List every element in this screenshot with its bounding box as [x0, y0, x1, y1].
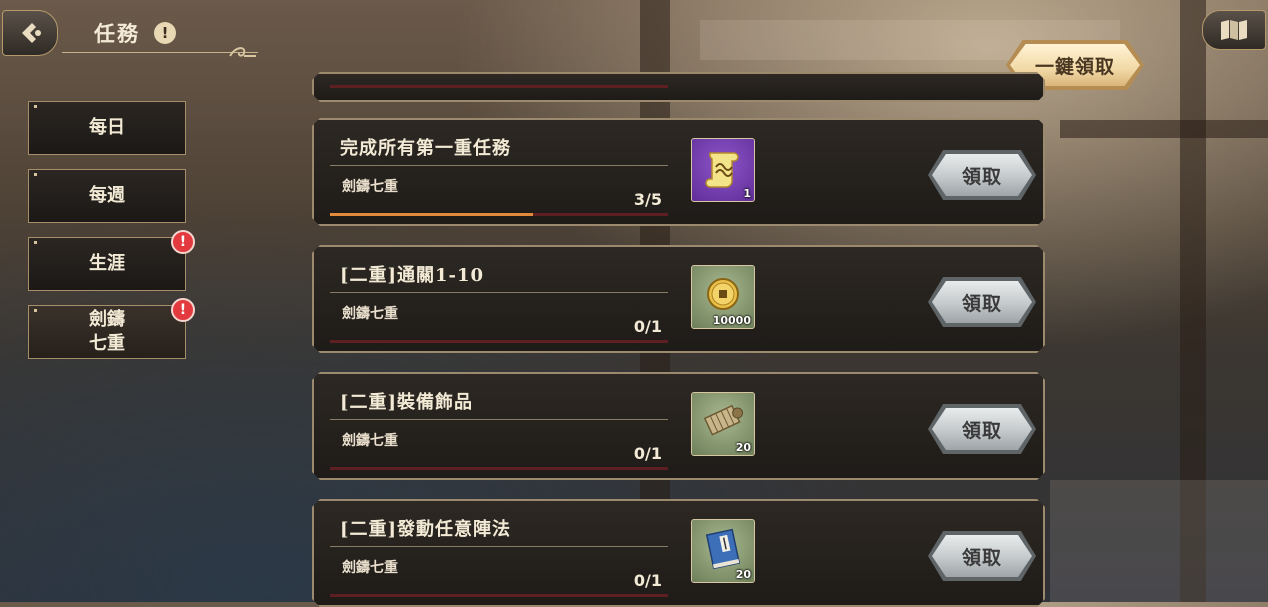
- sidebar-tab[interactable]: 劍鑄 七重!: [28, 298, 195, 359]
- claim-button[interactable]: 領取: [932, 154, 1032, 196]
- task-title: [二重]發動任意陣法: [340, 519, 512, 540]
- task-progress-count: 3/5: [633, 190, 662, 209]
- reward-item[interactable]: 10000: [691, 265, 755, 329]
- tab-corner-mark: [34, 105, 37, 108]
- sidebar-tab[interactable]: 生涯!: [28, 230, 195, 291]
- task-divider: [330, 165, 668, 166]
- background-light: [1050, 480, 1268, 602]
- title-alert-icon[interactable]: !: [154, 22, 176, 44]
- task-progress-count: 0/1: [633, 317, 662, 336]
- progress-track: [330, 340, 668, 343]
- tab-corner-mark: [34, 241, 37, 244]
- reward-quantity: 20: [735, 441, 751, 454]
- task-subtitle: 劍鑄七重: [342, 433, 398, 449]
- back-arrow-icon: [22, 23, 41, 43]
- page-title: 任務: [94, 21, 140, 46]
- back-button[interactable]: [2, 10, 58, 56]
- reward-quantity: 1: [743, 187, 751, 200]
- task-card: [二重]裝備飾品劍鑄七重 0/1 20 領取: [312, 372, 1045, 480]
- sidebar-tab-label: 劍鑄 七重: [89, 309, 125, 354]
- sidebar-tab-label: 每週: [89, 185, 125, 206]
- claim-button[interactable]: 領取: [932, 535, 1032, 577]
- map-icon: [1221, 20, 1247, 40]
- task-card: [二重]發動任意陣法劍鑄七重 0/1 20 領取: [312, 499, 1045, 607]
- swirl-ornament-icon: [229, 47, 256, 57]
- task-subtitle: 劍鑄七重: [342, 179, 398, 195]
- sidebar-tab-label: 生涯: [89, 253, 125, 274]
- task-title: [二重]裝備飾品: [340, 392, 474, 413]
- sidebar-tab[interactable]: 每日: [28, 101, 186, 155]
- sidebar-tab-label: 每日: [89, 117, 125, 138]
- task-divider: [330, 419, 668, 420]
- progress-track: [330, 85, 668, 88]
- task-progress-count: 0/1: [633, 571, 662, 590]
- task-subtitle: 劍鑄七重: [342, 306, 398, 322]
- tab-corner-mark: [34, 309, 37, 312]
- claim-button[interactable]: 領取: [932, 281, 1032, 323]
- sidebar-tab[interactable]: 每週: [28, 169, 186, 223]
- reward-item[interactable]: 20: [691, 392, 755, 456]
- page-title-bar: 任務 !: [62, 12, 258, 57]
- reward-item[interactable]: 1: [691, 138, 755, 202]
- progress-track: [330, 594, 668, 597]
- progress-track: [330, 213, 668, 216]
- map-button[interactable]: [1202, 10, 1266, 50]
- claim-button[interactable]: 領取: [932, 408, 1032, 450]
- progress-fill: [330, 213, 533, 216]
- task-divider: [330, 292, 668, 293]
- task-card-partial: [312, 72, 1045, 102]
- alert-badge-icon: !: [171, 230, 195, 254]
- alert-badge-icon: !: [171, 298, 195, 322]
- task-progress-count: 0/1: [633, 444, 662, 463]
- background-beam: [1060, 120, 1268, 138]
- reward-quantity: 20: [735, 568, 751, 581]
- task-title: [二重]通關1-10: [340, 265, 485, 286]
- task-subtitle: 劍鑄七重: [342, 560, 398, 576]
- task-card: [二重]通關1-10 劍鑄七重 0/1 10000 領取: [312, 245, 1045, 353]
- reward-item[interactable]: 20: [691, 519, 755, 583]
- tab-corner-mark: [34, 173, 37, 176]
- task-divider: [330, 546, 668, 547]
- progress-track: [330, 467, 668, 470]
- reward-quantity: 10000: [712, 314, 751, 327]
- task-card: 完成所有第一重任務劍鑄七重 3/5 1 領取: [312, 118, 1045, 226]
- task-title: 完成所有第一重任務: [340, 138, 511, 159]
